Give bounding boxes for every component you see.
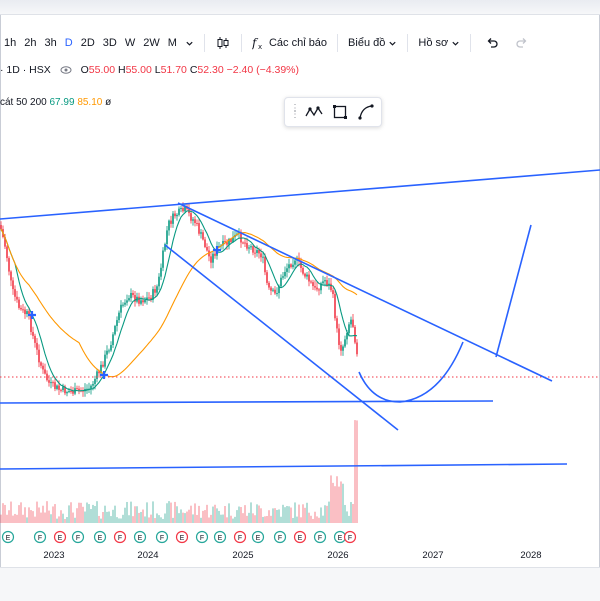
redo-icon	[516, 38, 527, 48]
redo-button[interactable]	[511, 32, 533, 54]
candlestick-icon	[217, 37, 229, 50]
high-value: 55.00	[125, 64, 152, 76]
select-area-button[interactable]	[328, 100, 352, 124]
bottom-panel	[0, 567, 600, 601]
chevron-down-icon	[389, 41, 397, 46]
chart-window-frame	[0, 0, 600, 599]
interval-W[interactable]: W	[121, 32, 139, 54]
indicators-label: Các chỉ báo	[268, 37, 328, 49]
chevron-down-icon	[452, 41, 459, 46]
candles-button[interactable]	[211, 32, 235, 54]
chart-type-label: Biểu đồ	[348, 37, 386, 49]
ma-legend-label[interactable]: cát 50 200	[0, 97, 47, 108]
interval-dropdown[interactable]	[181, 32, 198, 54]
undo-button[interactable]	[481, 32, 503, 54]
interval-3D[interactable]: 3D	[99, 32, 121, 54]
window-top-strip	[0, 0, 600, 15]
interval-3h[interactable]: 3h	[41, 32, 61, 54]
top-toolbar: 1h 2h 3h D 2D 3D W 2W M f x Các chỉ báo …	[0, 28, 600, 58]
toolbar-divider	[337, 34, 339, 52]
interval-2D[interactable]: 2D	[77, 32, 99, 54]
symbol-prefix: ·	[0, 64, 4, 76]
symbol-name[interactable]: 1D · HSX	[6, 64, 50, 76]
interval-D[interactable]: D	[61, 32, 77, 54]
drag-handle-icon[interactable]: ⋮ ⋮	[290, 104, 300, 120]
toolbar-divider	[470, 34, 472, 52]
curve-tool-button[interactable]	[354, 100, 378, 124]
template-icon	[305, 106, 323, 117]
ma-slow-value: 85.10	[77, 97, 103, 108]
curve-icon	[358, 104, 374, 120]
symbol-legend: · 1D · HSX O55.00 H55.00 L51.70 C52.30 −…	[0, 64, 299, 76]
profile-menu[interactable]: Hồ sơ	[414, 32, 464, 54]
interval-2h[interactable]: 2h	[20, 32, 40, 54]
square-select-icon	[333, 105, 347, 119]
interval-M[interactable]: M	[164, 32, 181, 54]
ma-legend: cát 50 200 67.99 85.10 ø	[0, 97, 111, 108]
function-fx-icon: f x	[251, 36, 262, 51]
open-label: O	[80, 64, 89, 76]
change-value: −2.40 (−4.39%)	[226, 64, 300, 76]
toolbar-divider	[203, 34, 205, 52]
toolbar-divider	[240, 34, 242, 52]
undo-icon	[487, 38, 498, 48]
profile-label: Hồ sơ	[418, 37, 449, 49]
drawing-floating-toolbar: ⋮ ⋮	[284, 97, 382, 127]
indicators-button[interactable]: f x Các chỉ báo	[248, 32, 331, 54]
high-label: H	[117, 64, 126, 76]
chart-type-menu[interactable]: Biểu đồ	[344, 32, 401, 54]
eye-icon[interactable]	[60, 65, 72, 75]
interval-2W[interactable]: 2W	[139, 32, 164, 54]
open-value: 55.00	[88, 64, 116, 76]
chevron-down-icon	[186, 41, 193, 46]
interval-1h[interactable]: 1h	[0, 32, 20, 54]
ma-fast-value: 67.99	[49, 97, 75, 108]
low-value: 51.70	[160, 64, 187, 76]
toolbar-divider	[407, 34, 409, 52]
svg-text:x: x	[258, 43, 262, 50]
ma-legend-end: ø	[105, 97, 112, 108]
template-button[interactable]	[302, 100, 326, 124]
close-value: 52.30	[197, 64, 224, 76]
